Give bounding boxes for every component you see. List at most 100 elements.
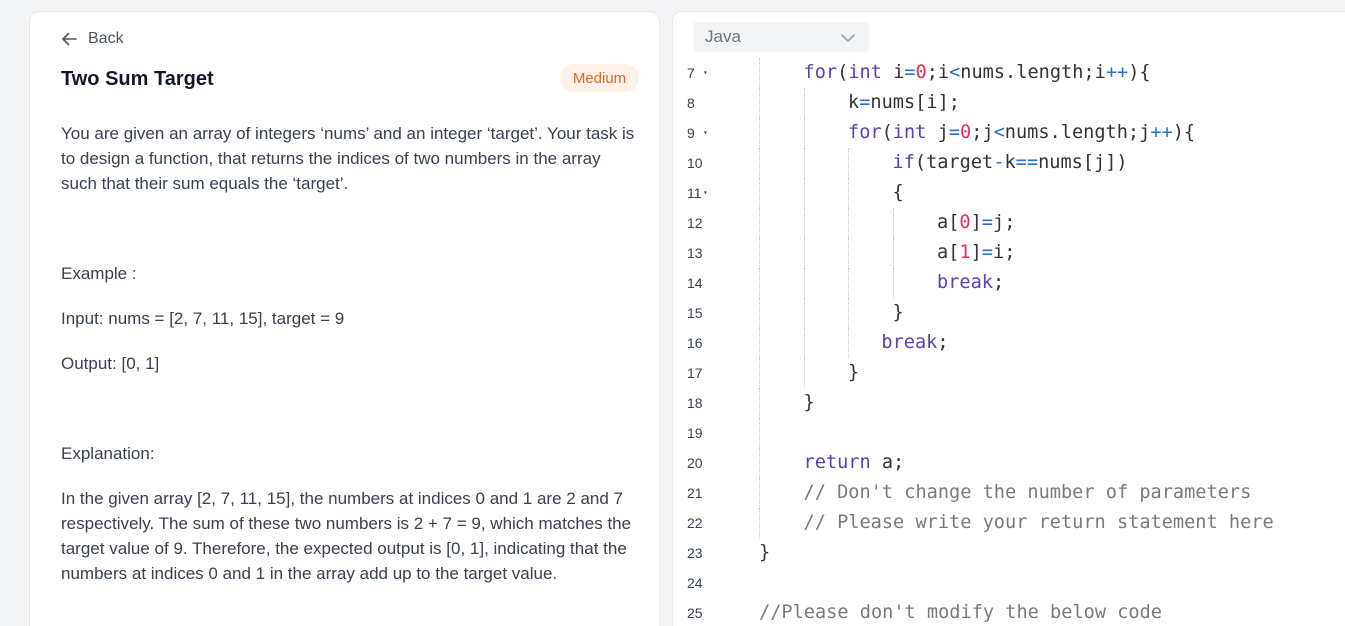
language-select[interactable]: Java (693, 22, 869, 52)
code-token: nums.length;i (960, 62, 1106, 83)
code-token: k (1004, 152, 1016, 173)
indent-guide (759, 208, 760, 238)
difficulty-badge: Medium (560, 64, 639, 92)
indent-guide (848, 298, 849, 328)
indent-guide (803, 238, 805, 268)
indent-guide (803, 178, 805, 208)
code-token: j (926, 122, 949, 143)
code-line[interactable]: 21 // Don't change the number of paramete… (673, 478, 1345, 508)
problem-description: You are given an array of integers ‘nums… (61, 124, 635, 193)
code-token: (target (914, 152, 994, 173)
fold-arrow-icon[interactable]: ▾ (703, 178, 708, 208)
arrow-left-icon (61, 32, 77, 46)
code-token: ] (970, 212, 982, 233)
indent-guide (803, 268, 805, 298)
code-line[interactable]: 15} (673, 298, 1345, 328)
indent-guide (892, 238, 894, 268)
code-token: for (803, 62, 838, 83)
code-line[interactable]: 7 ▾ for(int i=0;i<nums.length;i++){ (673, 58, 1345, 88)
indent-guide (759, 238, 760, 268)
problem-panel: Back Two Sum Target Medium You are given… (29, 11, 660, 626)
indent-guide (803, 328, 805, 358)
code-token: 0 (959, 122, 972, 143)
code-line[interactable]: 17} (673, 358, 1345, 388)
code-token: a; (870, 452, 905, 473)
indent-guide (759, 388, 760, 418)
code-token: i; (993, 242, 1016, 263)
code-token: ++ (1105, 62, 1129, 83)
code-text: break; (881, 328, 948, 358)
code-line[interactable]: 10 if(target-k==nums[j]) (673, 148, 1345, 178)
fold-arrow-icon[interactable]: ▾ (703, 118, 708, 148)
code-token: nums[j]) (1038, 152, 1128, 173)
indent-guide (803, 88, 805, 118)
code-text: } (804, 388, 815, 418)
code-line[interactable]: 20 return a; (673, 448, 1345, 478)
code-text: return a; (804, 448, 905, 478)
code-token: if (892, 152, 915, 173)
example-input: Input: nums = [2, 7, 11, 15], target = 9 (61, 309, 345, 328)
line-number: 7 (687, 65, 695, 81)
indent-guide (759, 268, 760, 298)
code-text: // Please write your return statement he… (804, 508, 1274, 538)
code-text: } (893, 298, 904, 328)
code-token: int (848, 62, 882, 83)
code-line[interactable]: 18} (673, 388, 1345, 418)
back-button[interactable]: Back (61, 28, 124, 50)
line-number: 10 (687, 155, 703, 171)
code-editor-panel: Java 7 ▾ for(int i=0;i<nums.length;i++){8 k… (672, 11, 1345, 626)
example-output: Output: [0, 1] (61, 354, 160, 373)
code-text: a[0]=j; (937, 208, 1015, 238)
code-line[interactable]: 22 // Please write your return statement … (673, 508, 1345, 538)
code-token: 0 (915, 62, 927, 83)
code-line[interactable]: 14 break; (673, 268, 1345, 298)
code-token: 0 (959, 212, 971, 233)
indent-guide (892, 268, 894, 298)
explanation-label: Explanation: (61, 444, 155, 463)
code-line[interactable]: 13 a[1]=i; (673, 238, 1345, 268)
code-line[interactable]: 25 //Please don't modify the below code (673, 598, 1345, 626)
indent-guide (759, 478, 760, 508)
code-line[interactable]: 23} (673, 538, 1345, 568)
indent-guide (759, 148, 760, 178)
indent-guide (803, 148, 805, 178)
indent-guide (759, 58, 760, 88)
code-line[interactable]: 9 ▾ for(int j=0;j<nums.length;j++){ (673, 118, 1345, 148)
indent-guide (803, 358, 805, 388)
code-line[interactable]: 19 (673, 418, 1345, 448)
indent-guide (759, 508, 760, 538)
indent-guide (759, 418, 760, 448)
code-text: //Please don't modify the below code (759, 598, 1162, 626)
code-line[interactable]: 12 a[0]=j; (673, 208, 1345, 238)
code-text: a[1]=i; (937, 238, 1015, 268)
code-token: i (881, 62, 905, 83)
line-number: 15 (687, 305, 703, 321)
code-token: } (892, 302, 904, 323)
indent-guide (848, 208, 849, 238)
indent-guide (759, 298, 760, 328)
problem-title: Two Sum Target (61, 68, 214, 90)
indent-guide (848, 328, 849, 358)
code-token: break (881, 332, 938, 353)
code-token: j; (993, 212, 1016, 233)
code-token: nums.length;j (1004, 122, 1151, 143)
code-token: = (859, 92, 871, 113)
line-number: 12 (687, 215, 703, 231)
code-token: ;i (926, 62, 950, 83)
indent-guide (759, 328, 760, 358)
code-token: a[ (937, 212, 960, 233)
code-token: ; (937, 332, 949, 353)
code-line[interactable]: 8 k=nums[i]; (673, 88, 1345, 118)
indent-guide (759, 118, 760, 148)
code-area[interactable]: 7 ▾ for(int i=0;i<nums.length;i++){8 k=nums… (673, 58, 1345, 626)
code-token: // Don't change the number of parameters (803, 482, 1252, 503)
code-line[interactable]: 16 break; (673, 328, 1345, 358)
code-token: = (948, 122, 960, 143)
code-token: return (803, 452, 871, 473)
code-token: 1 (959, 242, 971, 263)
code-line[interactable]: 11 ▾ { (673, 178, 1345, 208)
example-label: Example : (61, 264, 137, 283)
code-line[interactable]: 24 (673, 568, 1345, 598)
fold-arrow-icon[interactable]: ▾ (703, 58, 708, 88)
code-token: ; (992, 272, 1005, 293)
